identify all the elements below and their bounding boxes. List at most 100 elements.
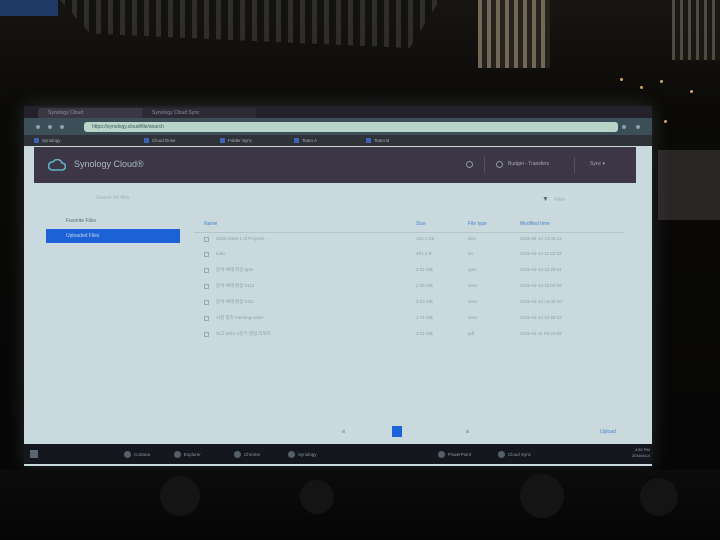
audience-head bbox=[640, 478, 678, 516]
app-header: Synology Cloud® Budget - Transfers Sync … bbox=[34, 147, 636, 183]
stage-light bbox=[0, 0, 58, 16]
file-icon bbox=[204, 284, 209, 289]
filter-icon[interactable]: ▼ bbox=[542, 196, 549, 203]
column-header-name[interactable]: Name bbox=[204, 221, 217, 227]
back-icon[interactable] bbox=[36, 125, 40, 129]
file-type: docx bbox=[468, 299, 478, 304]
bookmark-item[interactable]: Folder Sync bbox=[220, 136, 252, 145]
file-modified: 2016-04-11 09:24:09 bbox=[520, 331, 562, 336]
address-bar[interactable]: https://synology.cloud/file/search bbox=[84, 122, 618, 132]
pager-prev[interactable] bbox=[342, 430, 345, 433]
bookmark-item[interactable]: Synology bbox=[34, 136, 61, 145]
sidebar-item-uploaded[interactable]: Uploaded Files bbox=[46, 229, 180, 243]
taskbar-item[interactable]: Explorer bbox=[174, 449, 201, 460]
taskbar-item[interactable]: PowerPoint bbox=[438, 449, 471, 460]
taskbar-clock: 4:52 PM 2016/4/14 bbox=[632, 447, 650, 459]
audience bbox=[0, 470, 720, 540]
file-name: 사진 정리 meeting notes bbox=[216, 315, 264, 320]
file-name: 2016 sheet 1 of Projects bbox=[216, 236, 265, 241]
file-icon bbox=[204, 268, 209, 273]
browser-tab[interactable]: Synology Cloud Sync bbox=[142, 108, 256, 118]
bookmark-item[interactable]: Team A bbox=[294, 136, 317, 145]
sync-menu[interactable]: Sync ▾ bbox=[590, 161, 605, 167]
ceiling-light bbox=[620, 78, 623, 81]
file-size: 182.1 KB bbox=[416, 236, 435, 241]
file-icon bbox=[204, 332, 209, 337]
file-type: pptx bbox=[468, 267, 477, 272]
table-row[interactable]: 사진 정리 meeting notes 1.71 MB docx 2016-04… bbox=[194, 312, 624, 326]
bookmark-item[interactable]: Cloud Drive bbox=[144, 136, 176, 145]
pager-next[interactable] bbox=[466, 430, 469, 433]
notification-icon[interactable] bbox=[466, 161, 473, 168]
column-header-modified[interactable]: Modified time bbox=[520, 221, 550, 227]
file-modified: 2016-04-14 12:45:12 bbox=[520, 236, 562, 241]
clock-date: 2016/4/14 bbox=[632, 453, 650, 458]
forward-icon[interactable] bbox=[48, 125, 52, 129]
browser-tab[interactable]: Synology Cloud bbox=[38, 108, 146, 118]
ceiling-light bbox=[660, 80, 663, 83]
ceiling-light bbox=[690, 90, 693, 93]
chandelier bbox=[60, 0, 440, 48]
file-modified: 2016-04-13 15:09:08 bbox=[520, 283, 562, 288]
file-type: xlsx bbox=[468, 236, 476, 241]
filter-label[interactable]: Filter bbox=[554, 197, 565, 203]
menu-icon[interactable] bbox=[636, 125, 640, 129]
table-row[interactable]: 문서 예제 편집 0111 3.03 MB docx 2016-04-12 16… bbox=[194, 296, 624, 310]
taskbar-item[interactable]: Chrome bbox=[234, 449, 260, 460]
chandelier bbox=[478, 0, 550, 68]
audience-head bbox=[160, 476, 200, 516]
file-name: 문서 예제 편집 0112 bbox=[216, 283, 255, 288]
divider bbox=[574, 157, 575, 173]
taskbar: Cortana Explorer Chrome Synology PowerPo… bbox=[24, 444, 652, 464]
table-row[interactable]: todo 491.2 B txt 2016-04-14 11:02:33 bbox=[194, 248, 624, 262]
chandelier bbox=[672, 0, 720, 60]
taskbar-item[interactable]: Synology bbox=[288, 449, 317, 460]
user-icon[interactable] bbox=[496, 161, 503, 168]
bookmarks-bar: Synology Cloud Drive Folder Sync Team A … bbox=[24, 135, 652, 146]
column-header-type[interactable]: File type bbox=[468, 221, 487, 227]
file-name: todo bbox=[216, 251, 225, 256]
search-input[interactable]: Search for files bbox=[96, 195, 129, 201]
file-size: 491.2 B bbox=[416, 251, 432, 256]
pager-current[interactable] bbox=[392, 426, 402, 437]
file-name: 문서 예제 파일.pptx bbox=[216, 267, 254, 272]
taskbar-item[interactable]: Cortana bbox=[124, 449, 150, 460]
file-modified: 2016-04-14 11:02:33 bbox=[520, 251, 562, 256]
file-size: 3.21 MB bbox=[416, 331, 433, 336]
file-name: 문서 예제 편집 0111 bbox=[216, 299, 254, 304]
ceiling-light bbox=[640, 86, 643, 89]
audience-head bbox=[300, 480, 334, 514]
file-name: 보고 2016 1분기 영업 리포트 bbox=[216, 331, 271, 336]
file-icon bbox=[204, 237, 209, 242]
upload-link[interactable]: Upload bbox=[600, 429, 616, 435]
table-row[interactable]: 문서 예제 파일.pptx 2.21 MB pptx 2016-04-13 15… bbox=[194, 264, 624, 278]
bookmark-item[interactable]: Team B bbox=[366, 136, 389, 145]
search-bar[interactable]: Search for files bbox=[46, 192, 606, 206]
column-header-size[interactable]: Size bbox=[416, 221, 426, 227]
table-row[interactable]: 문서 예제 편집 0112 2.25 MB docx 2016-04-13 15… bbox=[194, 280, 624, 294]
file-type: txt bbox=[468, 251, 473, 256]
audience-head bbox=[520, 474, 564, 518]
windows-start-icon[interactable] bbox=[30, 450, 38, 458]
file-type: docx bbox=[468, 315, 478, 320]
taskbar-item[interactable]: Cloud Sync bbox=[498, 449, 531, 460]
file-modified: 2016-04-13 15:20:41 bbox=[520, 267, 562, 272]
file-size: 3.03 MB bbox=[416, 299, 433, 304]
file-icon bbox=[204, 300, 209, 305]
file-size: 1.71 MB bbox=[416, 315, 433, 320]
ceiling-light bbox=[664, 120, 667, 123]
file-size: 2.25 MB bbox=[416, 283, 433, 288]
cloud-logo-icon bbox=[48, 159, 66, 171]
user-name[interactable]: Budget - Transfers bbox=[508, 161, 549, 167]
reload-icon[interactable] bbox=[60, 125, 64, 129]
projected-screen: Synology Cloud Synology Cloud Sync https… bbox=[24, 106, 652, 466]
side-panel bbox=[658, 150, 720, 220]
browser-tabbar: Synology Cloud Synology Cloud Sync bbox=[24, 106, 652, 118]
star-icon[interactable] bbox=[622, 125, 626, 129]
sidebar-item-favorite[interactable]: Favorite Files bbox=[46, 214, 180, 228]
file-modified: 2016-04-12 10:55:23 bbox=[520, 315, 562, 320]
divider bbox=[484, 157, 485, 173]
file-modified: 2016-04-12 16:48:10 bbox=[520, 299, 562, 304]
table-row[interactable]: 2016 sheet 1 of Projects 182.1 KB xlsx 2… bbox=[194, 232, 624, 247]
table-row[interactable]: 보고 2016 1분기 영업 리포트 3.21 MB pdf 2016-04-1… bbox=[194, 328, 624, 342]
